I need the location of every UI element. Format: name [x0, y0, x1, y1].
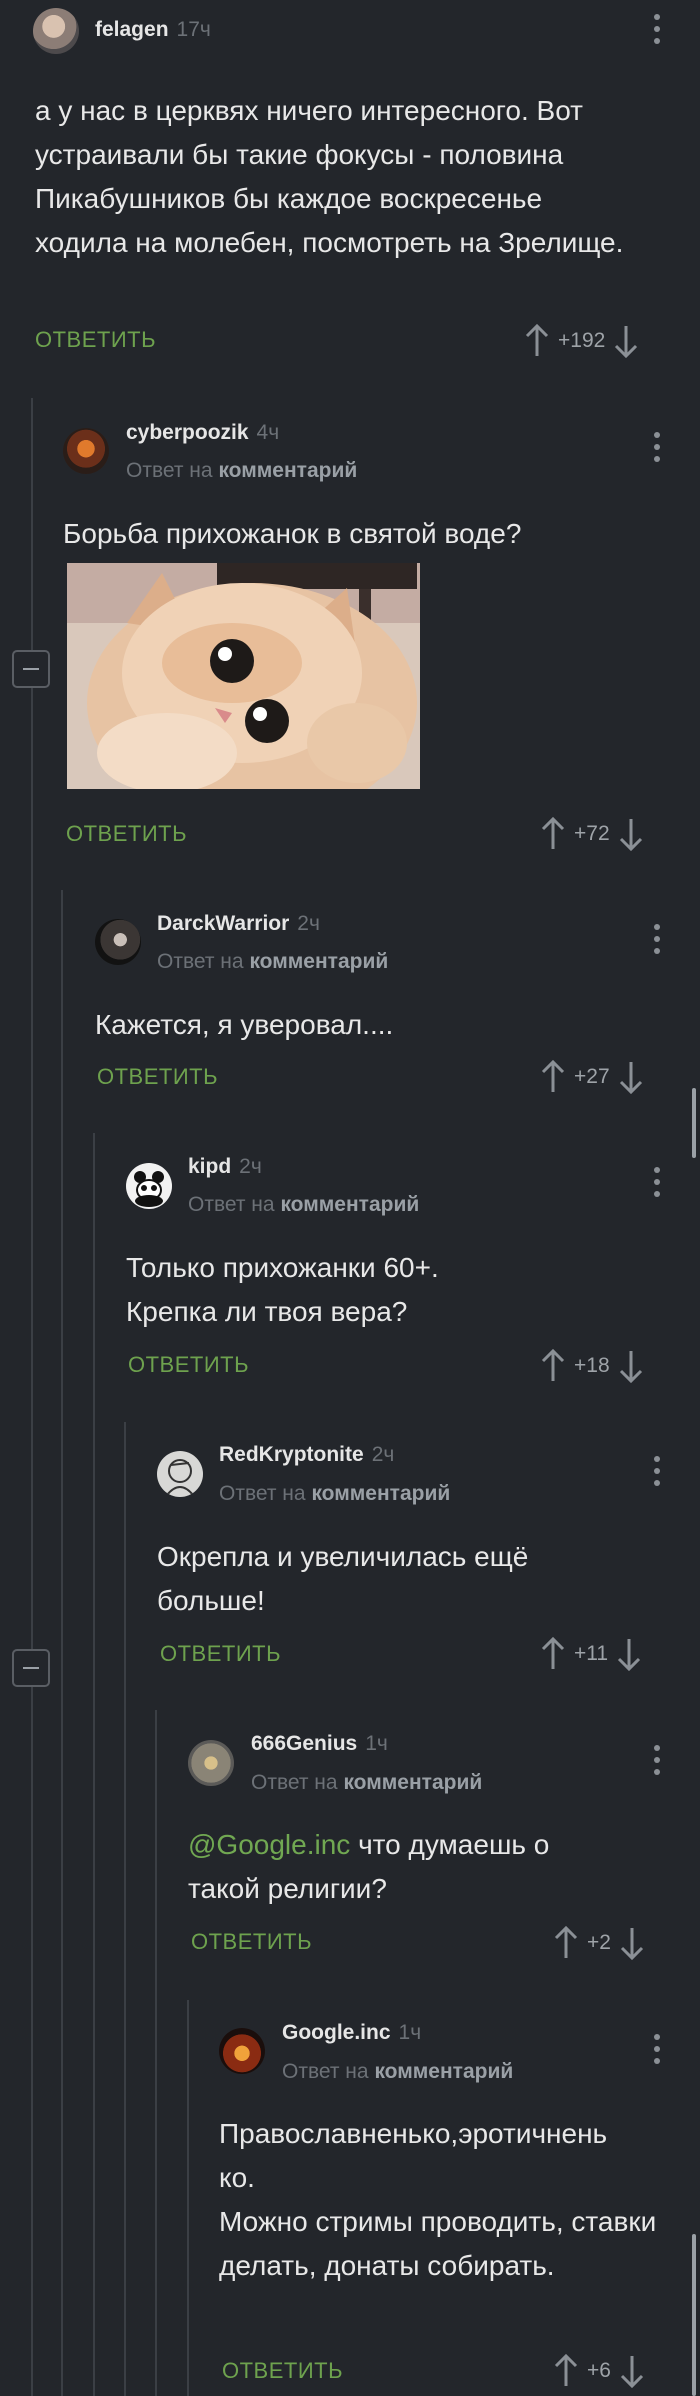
arrow-down-icon[interactable]: [619, 2354, 645, 2388]
rating-value: +27: [574, 1065, 610, 1088]
rating: +6: [553, 2354, 645, 2388]
scrollbar-thumb[interactable]: [692, 1088, 696, 1158]
reply-to-link[interactable]: Ответ на комментарий: [251, 1771, 482, 1795]
kebab-menu-icon[interactable]: [653, 1745, 661, 1777]
reply-button[interactable]: ОТВЕТИТЬ: [35, 327, 156, 353]
scrollbar-thumb[interactable]: [692, 2234, 696, 2396]
user-mention-link[interactable]: @Google.inc: [188, 1829, 350, 1860]
arrow-up-icon[interactable]: [540, 1349, 566, 1383]
reply-to-link[interactable]: Ответ на комментарий: [219, 1482, 450, 1506]
kebab-menu-icon[interactable]: [653, 1167, 661, 1199]
author-name[interactable]: felagen 17ч: [95, 18, 211, 42]
avatar[interactable]: [188, 1740, 234, 1786]
reply-button[interactable]: ОТВЕТИТЬ: [66, 821, 187, 847]
comment-text: Борьба прихожанок в святой воде?: [63, 518, 522, 549]
reply-button[interactable]: ОТВЕТИТЬ: [128, 1352, 249, 1378]
author-name[interactable]: Google.inc 1ч: [282, 2021, 421, 2045]
rating-value: +192: [558, 329, 606, 352]
comment-time: 17ч: [176, 18, 211, 41]
collapse-thread-button[interactable]: [12, 1649, 50, 1687]
avatar[interactable]: [33, 8, 79, 54]
avatar[interactable]: [219, 2028, 265, 2074]
rating-value: +72: [574, 822, 610, 845]
thread-line-1: [31, 398, 33, 2396]
reply-button[interactable]: ОТВЕТИТЬ: [191, 1929, 312, 1955]
thread-line-3: [93, 1133, 95, 2396]
comment-text: @Google.inc что думаешь о такой религии?: [188, 1823, 608, 1911]
arrow-up-icon[interactable]: [540, 1060, 566, 1094]
rating-value: +2: [587, 1931, 611, 1954]
comment-time: 2ч: [239, 1155, 262, 1178]
author-name[interactable]: RedKryptonite 2ч: [219, 1443, 394, 1467]
arrow-up-icon[interactable]: [524, 324, 550, 358]
comment-time: 1ч: [398, 2021, 422, 2044]
avatar[interactable]: [95, 919, 141, 965]
comment-time: 2ч: [297, 912, 320, 935]
reply-button[interactable]: ОТВЕТИТЬ: [97, 1064, 218, 1090]
comment-text-line: Православненько,эротичнень: [219, 2118, 608, 2149]
comment-text: Кажется, я уверовал....: [95, 1009, 394, 1040]
arrow-up-icon[interactable]: [540, 1637, 566, 1671]
arrow-down-icon[interactable]: [619, 1926, 645, 1960]
kebab-menu-icon[interactable]: [653, 924, 661, 956]
reply-button[interactable]: ОТВЕТИТЬ: [222, 2358, 343, 2384]
arrow-down-icon[interactable]: [618, 817, 644, 851]
reply-to-link[interactable]: Ответ на комментарий: [282, 2060, 513, 2084]
arrow-up-icon[interactable]: [540, 817, 566, 851]
rating: +18: [540, 1349, 644, 1383]
reply-to-link[interactable]: Ответ на комментарий: [126, 459, 357, 483]
comment-text: Окрепла и увеличилась ещё больше!: [157, 1541, 529, 1616]
rating: +72: [540, 817, 644, 851]
kebab-menu-icon[interactable]: [653, 1456, 661, 1488]
author-name[interactable]: DarckWarrior 2ч: [157, 912, 320, 936]
reply-to-link[interactable]: Ответ на комментарий: [157, 950, 388, 974]
comment-time: 1ч: [365, 1732, 388, 1755]
thread-line-4: [124, 1422, 126, 2396]
comment-time: 2ч: [371, 1443, 395, 1466]
arrow-down-icon[interactable]: [613, 324, 639, 358]
rating-value: +18: [574, 1354, 610, 1377]
rating: +11: [540, 1637, 642, 1671]
author-name[interactable]: 666Genius 1ч: [251, 1732, 388, 1756]
arrow-up-icon[interactable]: [553, 1926, 579, 1960]
rating: +192: [524, 324, 639, 358]
kebab-menu-icon[interactable]: [653, 432, 661, 464]
collapse-thread-button[interactable]: [12, 650, 50, 688]
arrow-up-icon[interactable]: [553, 2354, 579, 2388]
comment-time: 4ч: [256, 421, 280, 444]
rating: +2: [553, 1926, 645, 1960]
author-name[interactable]: cyberpoozik 4ч: [126, 421, 279, 445]
avatar[interactable]: [126, 1163, 172, 1209]
author-name[interactable]: kipd 2ч: [188, 1155, 262, 1179]
kebab-menu-icon[interactable]: [653, 2034, 661, 2066]
arrow-down-icon[interactable]: [618, 1060, 644, 1094]
arrow-down-icon[interactable]: [618, 1349, 644, 1383]
thread-line-2: [61, 890, 63, 2396]
kebab-menu-icon[interactable]: [653, 14, 661, 46]
comment-text: а у нас в церквях ничего интересного. Во…: [35, 95, 624, 258]
rating: +27: [540, 1060, 644, 1094]
reply-button[interactable]: ОТВЕТИТЬ: [160, 1641, 281, 1667]
rating-value: +6: [587, 2359, 611, 2382]
rating-value: +11: [574, 1642, 609, 1665]
reply-to-link[interactable]: Ответ на комментарий: [188, 1193, 419, 1217]
comment-text-line: Можно стримы проводить, ставки делать, д…: [219, 2206, 657, 2281]
comment-text-line: ко.: [219, 2162, 255, 2193]
comment-image-cat[interactable]: [67, 563, 420, 789]
avatar[interactable]: [63, 428, 109, 474]
comment-text: Православненько,эротичнень ко. Можно стр…: [219, 2112, 659, 2288]
avatar[interactable]: [157, 1451, 203, 1497]
comment-text: Только прихожанки 60+. Крепка ли твоя ве…: [126, 1252, 439, 1327]
thread-line-5: [155, 1710, 157, 2396]
thread-line-6: [187, 2000, 189, 2396]
arrow-down-icon[interactable]: [616, 1637, 642, 1671]
